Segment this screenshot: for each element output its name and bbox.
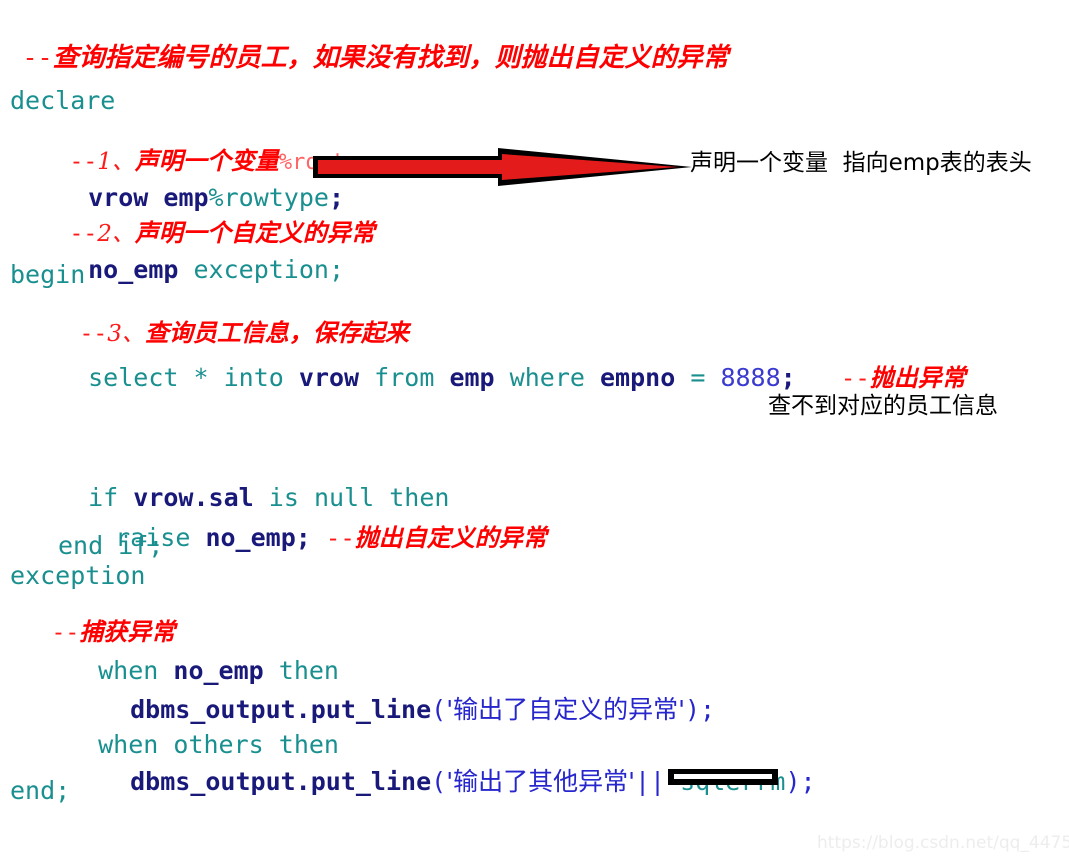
exception-keyword: exception	[193, 255, 329, 284]
raise-noemp-identifier: no_emp	[205, 523, 296, 552]
comment-line-3: --3、查询员工信息，保存起来	[68, 298, 409, 346]
noemp-identifier: no_emp	[88, 255, 179, 284]
select-comment-text: 抛出异常	[869, 364, 966, 392]
raise-comment-dashes: --	[325, 524, 355, 552]
sqlerrm-highlight-underline	[668, 769, 778, 785]
code-line-select: select * into vrow from emp where empno …	[58, 340, 966, 390]
select-keyword: select	[88, 363, 179, 392]
title-comment-line: --查询指定编号的员工，如果没有找到，则抛出自定义的异常	[10, 20, 729, 71]
code-line-noemp-exception: no_emp exception;	[58, 232, 344, 282]
code-line-end: end;	[10, 776, 71, 805]
raise-semicolon: ;	[295, 523, 311, 552]
empno-identifier: empno	[600, 363, 676, 392]
put-line-open-paren-2: (	[431, 767, 447, 796]
no-employee-annotation: 查不到对应的员工信息	[768, 393, 998, 419]
code-line-exception: exception	[10, 561, 146, 590]
select-semicolon: ;	[780, 363, 796, 392]
arrow-annotation-label: 声明一个变量 指向emp表的表头	[690, 150, 1032, 176]
title-comment-dashes: --	[22, 43, 53, 72]
empno-value: 8888	[720, 363, 781, 392]
select-vrow-identifier: vrow	[298, 363, 360, 392]
into-keyword: into	[223, 363, 284, 392]
code-line-declare: declare	[10, 86, 116, 115]
put-line-string-1: '输出了自定义的异常'	[446, 695, 685, 724]
callout-arrow-icon	[313, 148, 692, 186]
raise-comment-text: 抛出自定义的异常	[354, 524, 547, 552]
select-comment-dashes: --	[840, 364, 870, 392]
code-line-end-if: end if;	[58, 531, 164, 560]
noemp-semicolon: ;	[328, 255, 345, 284]
put-line-open-paren-1: (	[431, 695, 447, 724]
title-comment-text: 查询指定编号的员工，如果没有找到，则抛出自定义的异常	[52, 43, 729, 73]
where-keyword: where	[509, 363, 585, 392]
star-operator: *	[193, 363, 209, 392]
watermark-text: https://blog.csdn.net/qq_44757034	[817, 833, 1069, 853]
equals-operator: =	[690, 363, 706, 392]
code-line-begin: begin	[10, 260, 86, 289]
dbms-output-put-line-identifier-2: dbms_output.put_line	[130, 767, 432, 796]
put-line-close-2: );	[785, 767, 816, 796]
put-line-string-2: '输出了其他异常'	[446, 767, 635, 796]
put-line-close-1: );	[684, 695, 716, 724]
from-keyword: from	[374, 363, 435, 392]
select-emp-identifier: emp	[449, 363, 495, 392]
concat-operator: ||	[634, 767, 666, 796]
